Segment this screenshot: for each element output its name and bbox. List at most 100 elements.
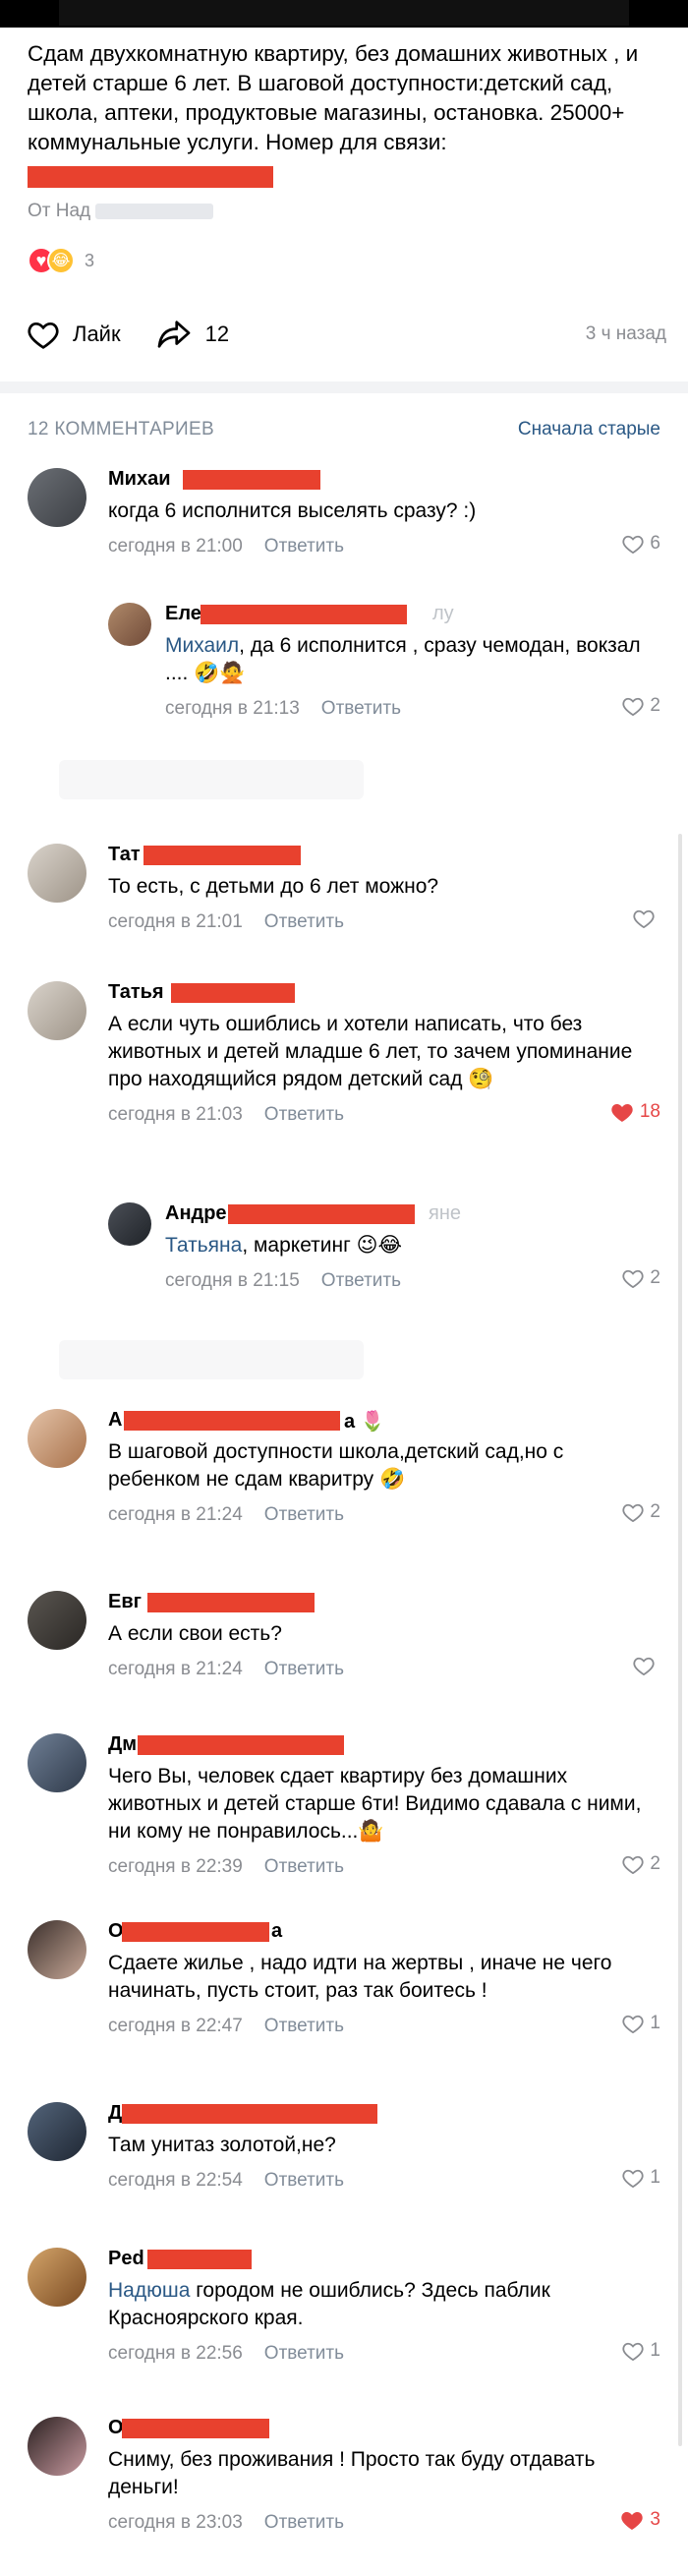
comment-author[interactable]: Оа <box>108 1920 660 1948</box>
post-author[interactable]: От Над <box>28 201 214 226</box>
redaction-bar <box>124 1411 340 1431</box>
reply-button[interactable]: Ответить <box>264 536 344 557</box>
reply-button[interactable]: Ответить <box>264 1856 344 1878</box>
avatar[interactable] <box>28 844 86 903</box>
redaction-bar <box>147 1593 315 1612</box>
comment-author[interactable]: Михаи <box>108 468 660 496</box>
reply-button[interactable]: Ответить <box>264 1104 344 1126</box>
mention-link[interactable]: Татьяна <box>165 1234 242 1257</box>
comment-like-button[interactable]: 1 <box>622 2167 660 2189</box>
reply-button[interactable]: Ответить <box>264 2016 344 2037</box>
comment-like-button[interactable]: 2 <box>622 1853 660 1875</box>
comment-like-button[interactable]: 1 <box>622 2013 660 2034</box>
like-count: 1 <box>650 2340 660 2361</box>
comment-like-button[interactable]: 3 <box>620 2509 660 2531</box>
reply-button[interactable]: Ответить <box>321 1270 401 1292</box>
avatar[interactable] <box>108 603 151 646</box>
comment-time: сегодня в 21:15 <box>165 1270 300 1291</box>
comment-author[interactable]: О <box>108 2417 660 2444</box>
comment-like-button[interactable]: 6 <box>622 533 660 555</box>
comment-item: Оа Сдаете жилье , надо идти на жертвы , … <box>28 1920 660 2078</box>
like-button[interactable]: Лайк <box>28 320 121 349</box>
redaction-bar <box>147 2250 252 2269</box>
like-count: 1 <box>650 2013 660 2033</box>
reply-button[interactable]: Ответить <box>321 698 401 720</box>
comment-author[interactable]: Татья <box>108 981 660 1009</box>
laugh-reaction-icon: 😂 <box>47 247 75 274</box>
comment-like-button[interactable]: 2 <box>622 695 660 717</box>
comment-time: сегодня в 21:13 <box>165 698 300 719</box>
avatar[interactable] <box>28 2417 86 2476</box>
comment-like-button[interactable]: 18 <box>610 1101 660 1123</box>
redaction-bar <box>122 2419 269 2438</box>
comment-text: Сниму, без проживания ! Просто так буду … <box>108 2448 596 2498</box>
comment-reply: Еле лу Михаил, да 6 исполнится , сразу че… <box>108 603 660 731</box>
like-count: 3 <box>650 2509 660 2530</box>
comment-author[interactable]: Евг <box>108 1591 660 1618</box>
reply-button[interactable]: Ответить <box>264 1659 344 1680</box>
heart-outline-icon <box>622 697 645 716</box>
comment-like-button[interactable]: 2 <box>622 1501 660 1523</box>
scrollbar[interactable] <box>678 834 682 2446</box>
comment-author[interactable]: Тат <box>108 844 660 871</box>
comment-reply: Андре яне Татьяна, маркетинг 😉😂 сегодня в… <box>108 1202 660 1311</box>
redaction-bar <box>122 2104 377 2124</box>
mention-link[interactable]: Михаил <box>165 634 239 657</box>
reply-button[interactable]: Ответить <box>264 2512 344 2534</box>
reply-button[interactable]: Ответить <box>264 911 344 933</box>
reply-button[interactable]: Ответить <box>264 1504 344 1526</box>
heart-outline-icon <box>622 1855 645 1874</box>
share-icon <box>157 321 190 348</box>
heart-filled-icon <box>621 2512 644 2530</box>
comments-count: 12 КОММЕНТАРИЕВ <box>28 419 214 439</box>
heart-outline-icon <box>28 322 59 349</box>
post-text: Сдам двухкомнатную квартиру, без домашни… <box>28 41 639 154</box>
comment-author[interactable]: Ped <box>108 2248 660 2275</box>
mention-link[interactable]: Надюша <box>108 2279 190 2302</box>
heart-outline-icon <box>622 1269 645 1288</box>
post-screen[interactable]: Сдам двухкомнатную квартиру, без домашни… <box>0 28 688 2576</box>
like-count: 18 <box>639 1101 660 1122</box>
avatar[interactable] <box>28 2248 86 2307</box>
like-label: Лайк <box>73 322 121 346</box>
comment-time: сегодня в 21:24 <box>108 1659 243 1679</box>
comment-like-button[interactable]: 1 <box>622 2340 660 2362</box>
comment-like-button[interactable] <box>633 1656 660 1675</box>
avatar[interactable] <box>108 1202 151 1246</box>
avatar[interactable] <box>28 1591 86 1650</box>
share-button[interactable]: 12 <box>156 320 229 349</box>
reply-button[interactable]: Ответить <box>264 2170 344 2192</box>
avatar[interactable] <box>28 468 86 527</box>
avatar[interactable] <box>28 2102 86 2161</box>
comment-author[interactable]: Андре яне <box>165 1202 660 1230</box>
comment-like-button[interactable]: 2 <box>622 1267 660 1289</box>
heart-outline-icon <box>633 909 655 928</box>
post-author-label: От Над <box>28 201 91 221</box>
comment-like-button[interactable] <box>633 908 660 928</box>
reply-button[interactable]: Ответить <box>264 2343 344 2365</box>
reactions-summary[interactable]: ♥ 😂 3 <box>28 244 94 277</box>
comment-author[interactable]: Еле лу <box>165 603 660 630</box>
comment-author[interactable]: Аа 🌷 <box>108 1409 660 1436</box>
hidden-comment-placeholder <box>59 1340 364 1379</box>
avatar[interactable] <box>28 1733 86 1792</box>
comment-text: Надюша городом не ошиблись? Здесь паблик… <box>108 2279 550 2329</box>
redaction-bar <box>201 605 407 624</box>
heart-outline-icon <box>622 2015 645 2033</box>
redaction-bar <box>171 983 295 1003</box>
avatar[interactable] <box>28 1409 86 1468</box>
comment-text: А если чуть ошиблись и хотели написать, … <box>108 1013 633 1090</box>
comment-time: сегодня в 21:01 <box>108 911 243 932</box>
comment-author[interactable]: Дм <box>108 1733 660 1761</box>
comment-item: Михаи когда 6 исполнится выселять сразу?… <box>28 468 660 566</box>
comment-text: Там унитаз золотой,не? <box>108 2134 336 2156</box>
comment-author[interactable]: Д <box>108 2102 660 2130</box>
avatar[interactable] <box>28 1920 86 1979</box>
like-count: 2 <box>650 1853 660 1874</box>
heart-filled-icon <box>611 1104 633 1122</box>
comment-time: сегодня в 22:54 <box>108 2170 243 2191</box>
comment-text: Татьяна, маркетинг 😉😂 <box>165 1234 403 1257</box>
sort-button[interactable]: Сначала старые <box>518 419 660 440</box>
avatar[interactable] <box>28 981 86 1040</box>
comment-time: сегодня в 21:00 <box>108 536 243 556</box>
